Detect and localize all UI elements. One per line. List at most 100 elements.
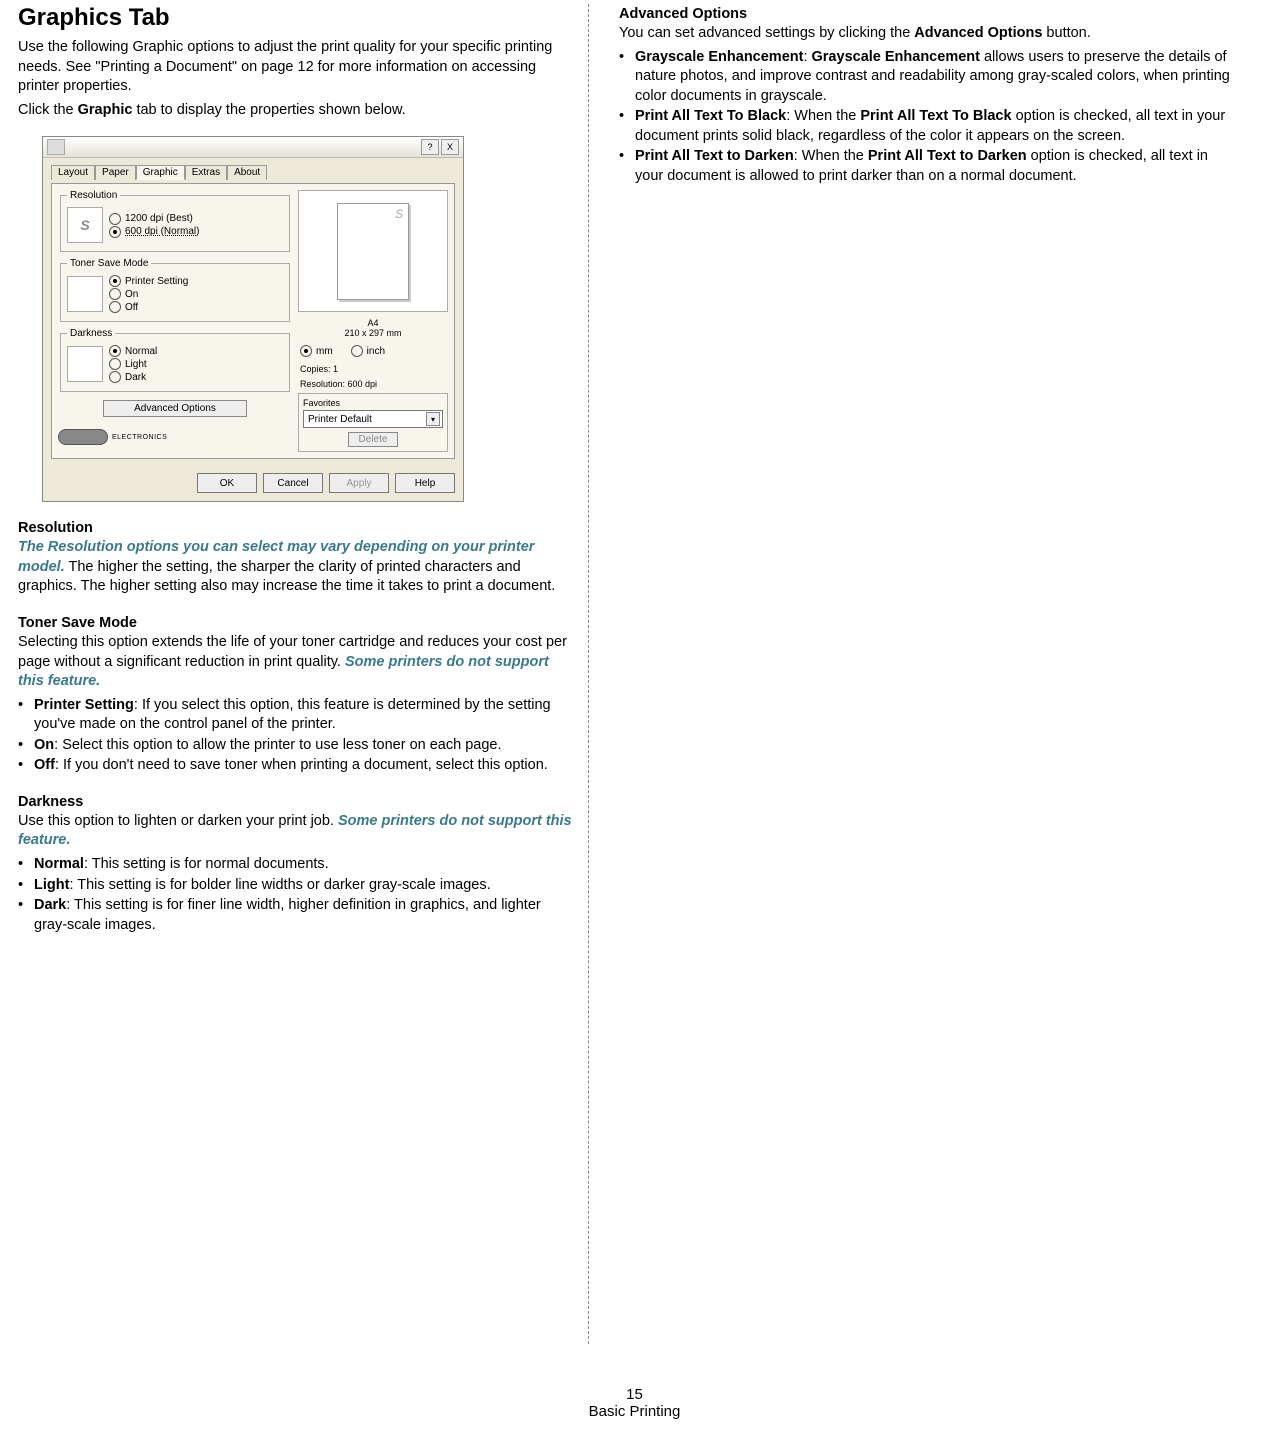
- t: : This setting is for bolder line widths…: [69, 877, 490, 893]
- resolution-line: Resolution: 600 dpi: [300, 379, 448, 389]
- t: : When the: [786, 108, 860, 124]
- paper-a4: A4: [298, 318, 448, 328]
- t: : This setting is for normal documents.: [84, 856, 329, 872]
- group-darkness: Darkness Normal Light Dark: [60, 328, 290, 392]
- close-icon[interactable]: X: [441, 139, 459, 155]
- list-item: •Light: This setting is for bolder line …: [18, 876, 573, 896]
- apply-button[interactable]: Apply: [329, 473, 389, 493]
- b: Light: [34, 877, 69, 893]
- txt: tab to display the properties shown belo…: [132, 102, 405, 118]
- b: On: [34, 737, 54, 753]
- paper-dim: 210 x 297 mm: [298, 328, 448, 338]
- resolution-thumb-icon: S: [67, 207, 103, 243]
- list-item: •On: Select this option to allow the pri…: [18, 736, 573, 756]
- tab-about[interactable]: About: [227, 165, 267, 180]
- tab-layout[interactable]: Layout: [51, 165, 95, 180]
- list-item: •Printer Setting: If you select this opt…: [18, 696, 573, 735]
- opt-600: 600 dpi (Normal): [125, 226, 199, 237]
- favorites-box: Favorites Printer Default ▾ Delete: [298, 393, 448, 452]
- t: button.: [1042, 25, 1090, 41]
- tab-paper[interactable]: Paper: [95, 165, 136, 180]
- resolution-subhead: Resolution: [18, 520, 573, 536]
- unit-inch: inch: [367, 346, 385, 357]
- opt-1200: 1200 dpi (Best): [125, 213, 193, 224]
- dialog-titlebar: ? X: [43, 137, 463, 158]
- list-item: •Print All Text To Black: When the Print…: [619, 107, 1239, 146]
- opt-off: Off: [125, 302, 138, 313]
- t: : If you don't need to save toner when p…: [55, 757, 548, 773]
- radio-1200[interactable]: [109, 213, 121, 225]
- preview-s-icon: S: [395, 207, 403, 221]
- opt-on: On: [125, 289, 138, 300]
- legend-darkness: Darkness: [67, 328, 115, 339]
- list-item: •Normal: This setting is for normal docu…: [18, 855, 573, 875]
- advanced-options-subhead: Advanced Options: [619, 6, 1239, 22]
- radio-inch[interactable]: [351, 345, 363, 357]
- graphic-word: Graphic: [78, 102, 133, 118]
- printer-properties-dialog: ? X Layout Paper Graphic Extras About: [42, 136, 573, 502]
- b: Print All Text to Darken: [868, 148, 1027, 164]
- b: Advanced Options: [914, 25, 1042, 41]
- delete-button[interactable]: Delete: [348, 432, 399, 447]
- darkness-para: Use this option to lighten or darken you…: [18, 812, 573, 851]
- toner-para: Selecting this option extends the life o…: [18, 633, 573, 692]
- favorites-label: Favorites: [303, 398, 443, 408]
- b: Print All Text to Darken: [635, 148, 794, 164]
- opt-normal: Normal: [125, 346, 157, 357]
- sys-icon: [47, 139, 65, 155]
- radio-printer-setting[interactable]: [109, 275, 121, 287]
- help-icon[interactable]: ?: [421, 139, 439, 155]
- radio-600[interactable]: [109, 226, 121, 238]
- favorites-dropdown[interactable]: Printer Default ▾: [303, 410, 443, 428]
- list-item: •Off: If you don't need to save toner wh…: [18, 756, 573, 776]
- radio-dark[interactable]: [109, 371, 121, 383]
- advanced-intro: You can set advanced settings by clickin…: [619, 24, 1239, 44]
- chevron-down-icon: ▾: [426, 412, 440, 426]
- darkness-subhead: Darkness: [18, 794, 573, 810]
- t: : Select this option to allow the printe…: [54, 737, 501, 753]
- list-item: •Print All Text to Darken: When the Prin…: [619, 147, 1239, 186]
- b: Print All Text To Black: [635, 108, 786, 124]
- page-footer: 15 Basic Printing: [0, 1386, 1269, 1420]
- legend-resolution: Resolution: [67, 190, 120, 201]
- b: Normal: [34, 856, 84, 872]
- toner-thumb-icon: [67, 276, 103, 312]
- ok-button[interactable]: OK: [197, 473, 257, 493]
- logo-text: ELECTRONICS: [112, 434, 167, 441]
- favorites-value: Printer Default: [308, 414, 372, 425]
- help-button[interactable]: Help: [395, 473, 455, 493]
- group-resolution: Resolution S 1200 dpi (Best) 600 dpi (No…: [60, 190, 290, 252]
- darkness-text: Use this option to lighten or darken you…: [18, 813, 338, 829]
- toner-subhead: Toner Save Mode: [18, 615, 573, 631]
- intro-para-1: Use the following Graphic options to adj…: [18, 38, 573, 97]
- darkness-thumb-icon: [67, 346, 103, 382]
- dialog-tabs: Layout Paper Graphic Extras About: [51, 164, 455, 179]
- list-item: •Dark: This setting is for finer line wi…: [18, 896, 573, 935]
- legend-toner: Toner Save Mode: [67, 258, 151, 269]
- opt-printer-setting: Printer Setting: [125, 276, 188, 287]
- radio-normal[interactable]: [109, 345, 121, 357]
- t: You can set advanced settings by clickin…: [619, 25, 914, 41]
- list-item: •Grayscale Enhancement: Grayscale Enhanc…: [619, 48, 1239, 107]
- graphics-tab-heading: Graphics Tab: [18, 4, 573, 32]
- radio-light[interactable]: [109, 358, 121, 370]
- cancel-button[interactable]: Cancel: [263, 473, 323, 493]
- samsung-logo: ELECTRONICS: [58, 429, 292, 445]
- radio-off[interactable]: [109, 301, 121, 313]
- b: Grayscale Enhancement: [812, 49, 980, 65]
- page-preview: S: [298, 190, 448, 312]
- footer-label: Basic Printing: [589, 1403, 681, 1420]
- b: Grayscale Enhancement: [635, 49, 803, 65]
- b: Print All Text To Black: [860, 108, 1011, 124]
- b: Printer Setting: [34, 697, 134, 713]
- resolution-para: The Resolution options you can select ma…: [18, 538, 573, 597]
- opt-light: Light: [125, 359, 147, 370]
- paper-size-label: A4 210 x 297 mm: [298, 318, 448, 338]
- tab-graphic[interactable]: Graphic: [136, 165, 185, 180]
- group-toner-save: Toner Save Mode Printer Setting On Off: [60, 258, 290, 322]
- radio-on[interactable]: [109, 288, 121, 300]
- radio-mm[interactable]: [300, 345, 312, 357]
- tab-extras[interactable]: Extras: [185, 165, 227, 180]
- advanced-options-button[interactable]: Advanced Options: [103, 400, 247, 417]
- resolution-rest: The higher the setting, the sharper the …: [18, 559, 555, 595]
